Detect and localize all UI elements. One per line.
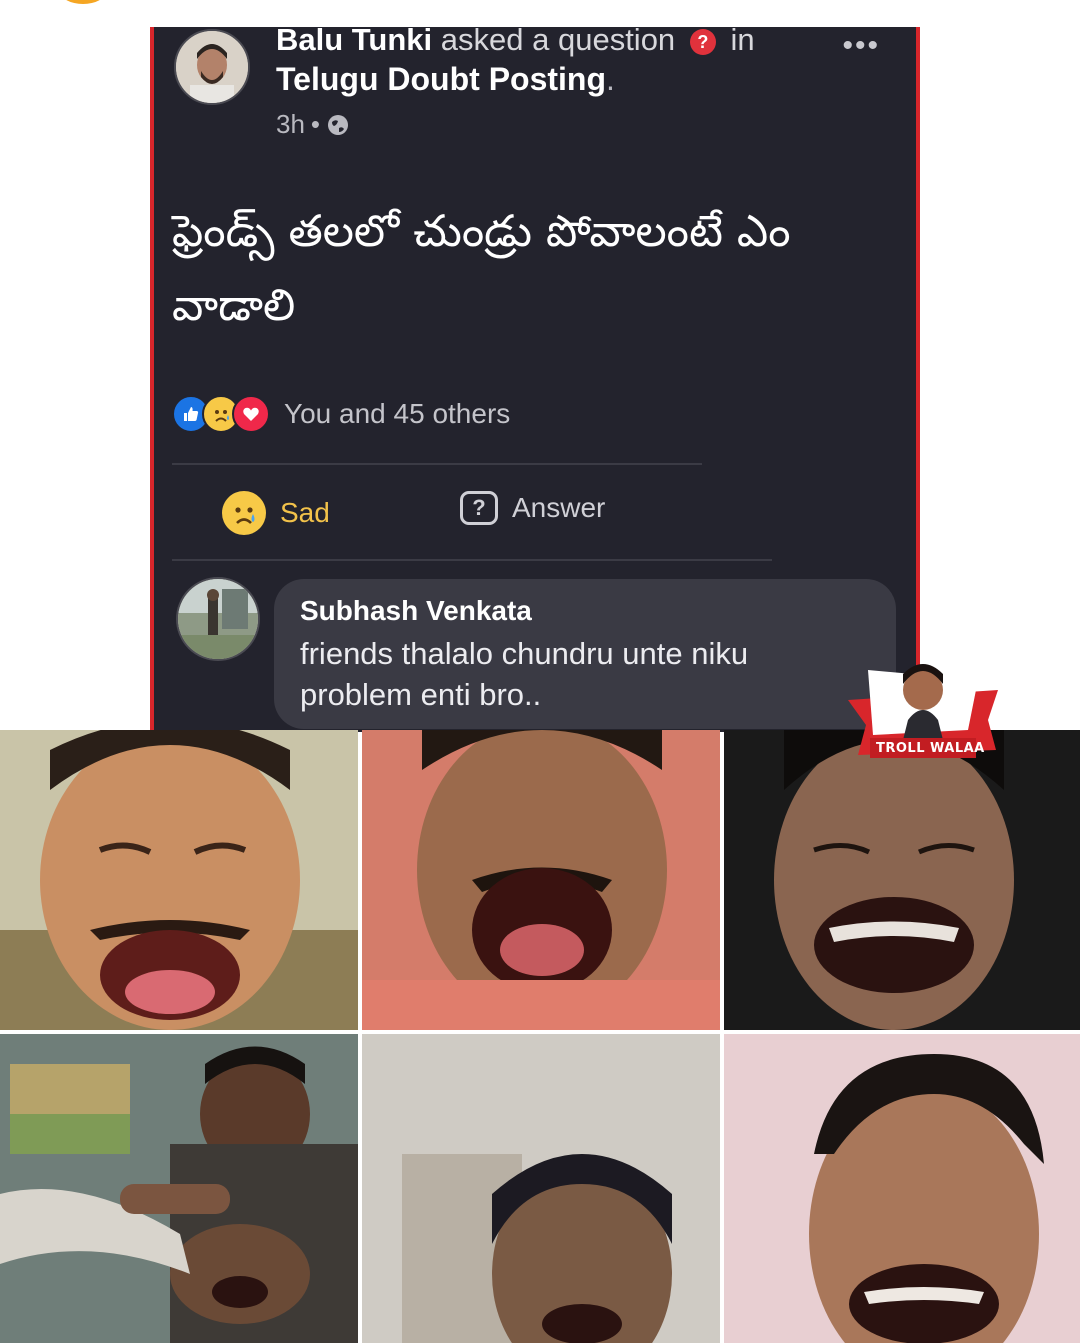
post-meta: 3h • <box>276 109 350 140</box>
reaction-count[interactable]: You and 45 others <box>284 398 510 430</box>
watermark-label: TROLL WALAA <box>876 741 985 756</box>
question-badge-icon: ? <box>689 28 716 55</box>
answer-icon: ? <box>460 491 498 525</box>
reaction-image-grid <box>0 730 1080 1343</box>
group-link[interactable]: Telugu Doubt Posting. <box>276 61 615 98</box>
group-suffix: . <box>606 61 615 97</box>
meme-image-4 <box>0 1034 358 1343</box>
post-header: Balu Tunki asked a question ? in <box>276 27 755 58</box>
meme-image-5 <box>362 1034 720 1343</box>
post-text: ఫ్రెండ్స్ తలలో చుండ్రు పోవాలంటే ఎం వాడాల… <box>172 206 791 331</box>
globe-icon <box>328 114 349 135</box>
divider <box>172 463 702 465</box>
more-options-icon[interactable]: ••• <box>842 29 880 63</box>
comment-author[interactable]: Subhash Venkata <box>300 595 532 627</box>
meta-separator: • <box>310 109 321 139</box>
in-text: in <box>730 27 755 57</box>
sad-reaction-button[interactable]: Sad <box>222 491 330 535</box>
meme-image-2 <box>362 730 720 1030</box>
group-name[interactable]: Telugu Doubt Posting <box>276 61 606 97</box>
author-avatar[interactable] <box>174 29 250 105</box>
love-icon <box>232 395 270 433</box>
reactions-summary[interactable]: You and 45 others <box>172 395 510 433</box>
troll-walaa-logo: TROLL WALAA <box>848 660 998 760</box>
meme-image-6 <box>724 1034 1080 1343</box>
post-time[interactable]: 3h <box>276 109 305 140</box>
decorative-dot <box>60 0 106 4</box>
post-card: Balu Tunki asked a question ? in Telugu … <box>150 27 920 732</box>
commenter-avatar[interactable] <box>176 577 260 661</box>
answer-button[interactable]: ? Answer <box>460 491 605 525</box>
meme-image-1 <box>0 730 358 1030</box>
sad-label: Sad <box>280 497 330 528</box>
comment-text: friends thalalo chundru unte niku proble… <box>300 636 749 712</box>
author-name[interactable]: Balu Tunki <box>276 27 432 57</box>
meme-image-3 <box>724 730 1080 1030</box>
action-text: asked a question <box>440 27 676 57</box>
divider <box>172 559 772 561</box>
comment-bubble: Subhash Venkata friends thalalo chundru … <box>274 579 896 729</box>
sad-emoji-icon <box>222 491 266 535</box>
answer-label: Answer <box>512 492 606 523</box>
